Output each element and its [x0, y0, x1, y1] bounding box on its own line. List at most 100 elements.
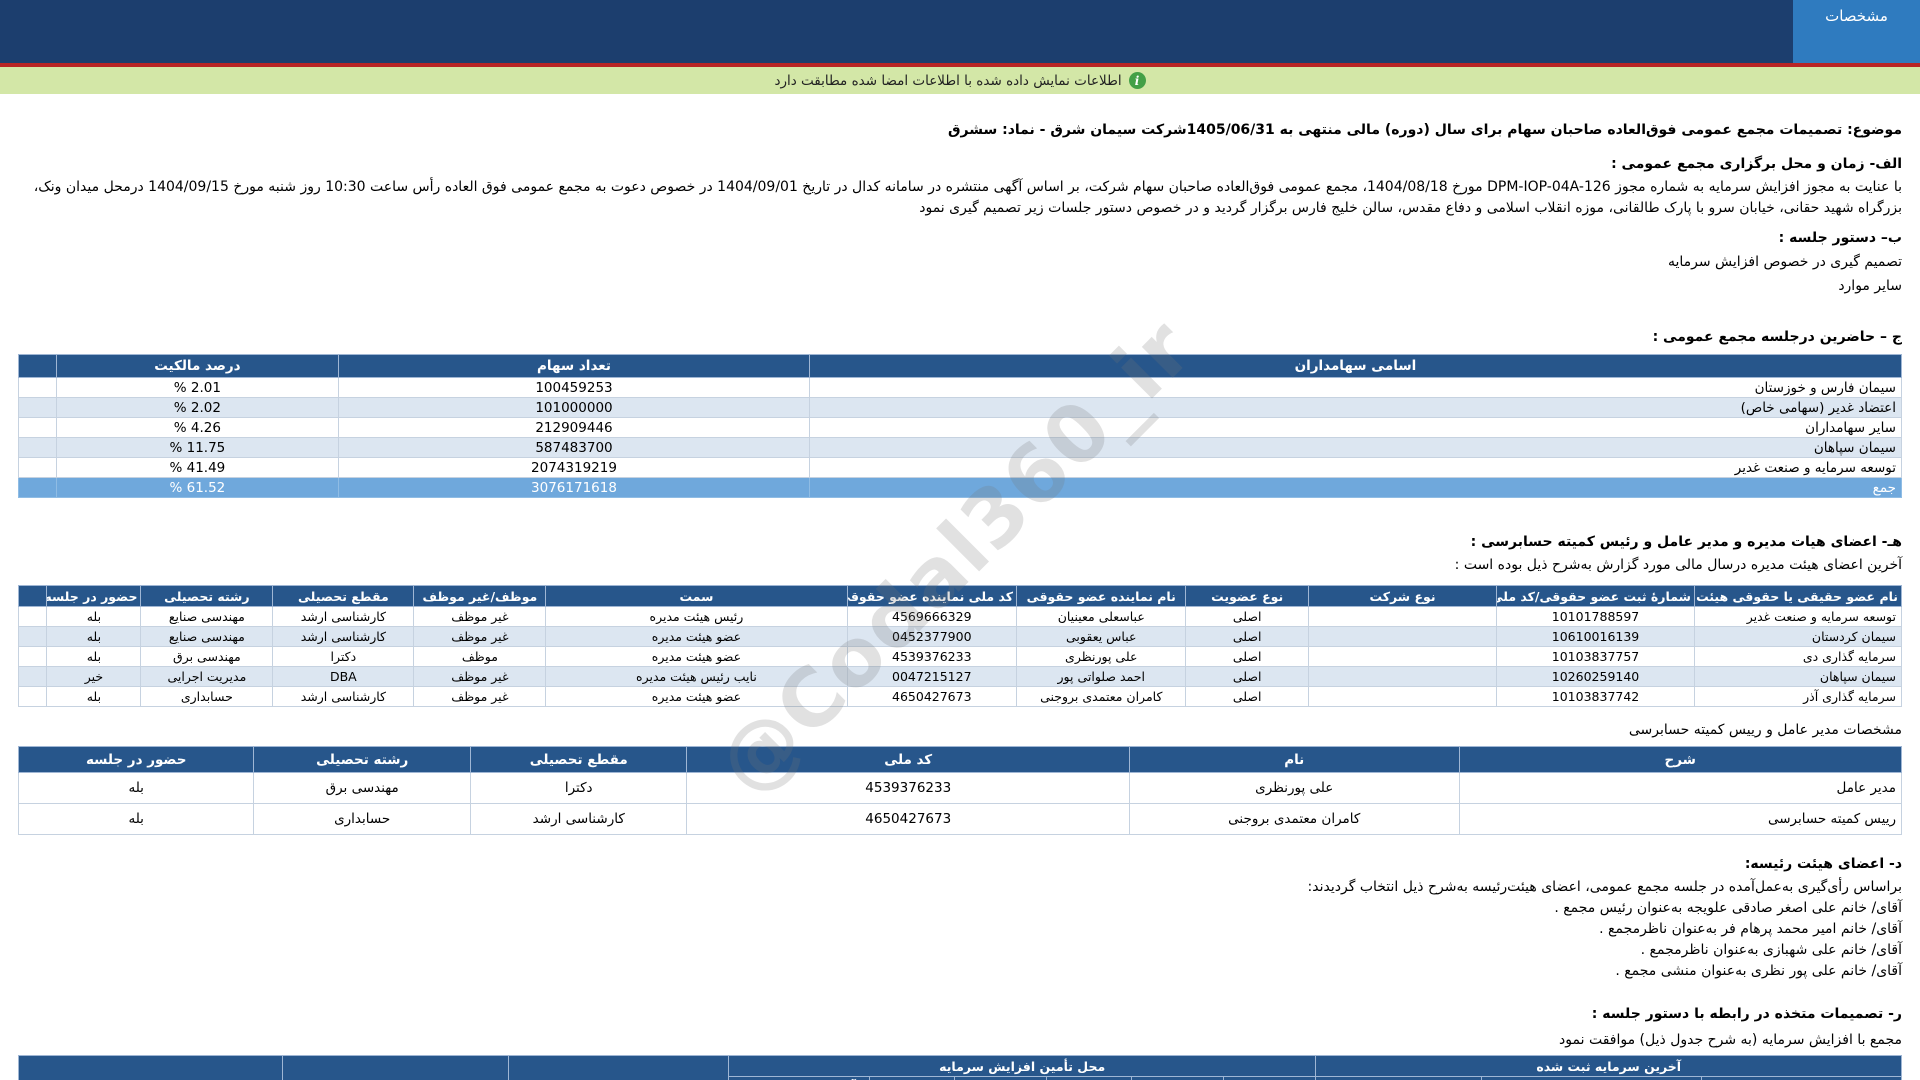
spacer-cell	[19, 647, 47, 667]
col-increase-amount: مبلغ افزایش سرمایه (میلیون ریال)	[508, 1056, 728, 1080]
table-header-row: اسامی سهامداران تعداد سهام درصد مالکیت	[19, 355, 1902, 378]
col-representative-id: کد ملی نماینده عضو حقوقی	[847, 586, 1016, 607]
col-nominal-value: ارزش اسمی هر سهم(ریال)	[1482, 1077, 1702, 1080]
total-row: جمع 3076171618 61.52 %	[19, 478, 1902, 498]
section-a-heading: الف- زمان و محل برگزاری مجمع عمومی :	[18, 154, 1902, 175]
col-name: نام	[1129, 747, 1459, 773]
spacer-cell	[19, 478, 57, 498]
membership-cell: اصلی	[1186, 647, 1308, 667]
description-cell: رییس کمیته حسابرسی	[1459, 804, 1902, 835]
table-row: سیمان فارس و خوزستان 100459253 2.01 %	[19, 378, 1902, 398]
spacer-cell	[19, 398, 57, 418]
col-reserve: اندوخته (میلیون ریال)	[1047, 1077, 1132, 1080]
percent-cell: 11.75 %	[56, 438, 338, 458]
table-row: توسعه سرمایه و صنعت غدیر 2074319219 41.4…	[19, 458, 1902, 478]
degree-cell: دکترا	[273, 647, 414, 667]
table-row: سیمان سپاهان 587483700 11.75 %	[19, 438, 1902, 458]
col-spacer	[19, 355, 57, 378]
table-row: سرمایه گذاری آذر 10103837742 اصلی کامران…	[19, 687, 1902, 707]
spacer-cell	[19, 687, 47, 707]
shareholder-name-cell: سیمان سپاهان	[809, 438, 1901, 458]
info-icon: i	[1129, 72, 1146, 89]
position-cell: عضو هیئت مدیره	[546, 647, 847, 667]
col-shareholder-name: اسامی سهامداران	[809, 355, 1901, 378]
ceo-audit-table: شرح نام کد ملی مقطع تحصیلی رشته تحصیلی ح…	[18, 746, 1902, 835]
degree-cell: کارشناسی ارشد	[273, 627, 414, 647]
rep-id-cell: 0452377900	[847, 627, 1016, 647]
company-type-cell	[1308, 607, 1496, 627]
section-r-heading: ر- تصمیمات متخذه در رابطه با دستور جلسه …	[18, 1004, 1902, 1025]
col-attendance: حضور در جلسه	[47, 586, 141, 607]
spacer-cell	[19, 627, 47, 647]
col-cash-waiver: آورده نقدی با سلب حق تقدم از سهامداران ف…	[728, 1077, 869, 1080]
field-cell: حسابداری	[141, 687, 273, 707]
document-body: @Codal360_ir موضوع: تصمیمات مجمع عمومی ف…	[0, 120, 1920, 1080]
attendance-cell: بله	[47, 687, 141, 707]
col-increase-percent: درصد افزایش سرمایه	[282, 1056, 508, 1080]
group-registered-capital: آخرین سرمایه ثبت شده	[1316, 1056, 1902, 1077]
share-count-cell: 587483700	[339, 438, 810, 458]
rep-id-cell: 4650427673	[847, 687, 1016, 707]
position-cell: عضو هیئت مدیره	[546, 687, 847, 707]
col-description: شرح	[1459, 747, 1902, 773]
member-cell: سیمان سپاهان	[1694, 667, 1901, 687]
regno-cell: 10610016139	[1497, 627, 1695, 647]
degree-cell: دکترا	[470, 773, 687, 804]
table-row: سیمان سپاهان 10260259140 اصلی احمد صلوات…	[19, 667, 1902, 687]
table-row: مدیر عامل علی پورنظری 4539376233 دکترا م…	[19, 773, 1902, 804]
member-cell: سرمایه گذاری آذر	[1694, 687, 1901, 707]
position-cell: رئیس هیئت مدیره	[546, 607, 847, 627]
duty-cell: غیر موظف	[414, 687, 546, 707]
national-id-cell: 4650427673	[687, 804, 1130, 835]
company-type-cell	[1308, 627, 1496, 647]
presiding-member-line: آقای/ خانم امیر محمد پرهام فر به‌عنوان ن…	[18, 919, 1902, 940]
membership-cell: اصلی	[1186, 687, 1308, 707]
spacer-cell	[19, 438, 57, 458]
table-row: اعتضاد غدیر (سهامی خاص) 101000000 2.02 %	[19, 398, 1902, 418]
section-a-body: با عنایت به مجوز افزایش سرمایه به شماره …	[18, 177, 1902, 219]
name-cell: علی پورنظری	[1129, 773, 1459, 804]
position-cell: نایب رئیس هیئت مدیره	[546, 667, 847, 687]
regno-cell: 10103837757	[1497, 647, 1695, 667]
spacer-cell	[19, 378, 57, 398]
table-header-row: شرح نام کد ملی مقطع تحصیلی رشته تحصیلی ح…	[19, 747, 1902, 773]
membership-cell: اصلی	[1186, 627, 1308, 647]
spacer-cell	[19, 458, 57, 478]
duty-cell: موظف	[414, 647, 546, 667]
membership-cell: اصلی	[1186, 607, 1308, 627]
duty-cell: غیر موظف	[414, 627, 546, 647]
col-national-id: کد ملی	[687, 747, 1130, 773]
regno-cell: 10103837742	[1497, 687, 1695, 707]
percent-cell: 2.01 %	[56, 378, 338, 398]
rep-name-cell: علی پورنظری	[1017, 647, 1186, 667]
shareholders-table: اسامی سهامداران تعداد سهام درصد مالکیت س…	[18, 354, 1902, 498]
rep-name-cell: کامران معتمدی بروجنی	[1017, 687, 1186, 707]
share-count-cell: 101000000	[339, 398, 810, 418]
rep-name-cell: عباس یعقوبی	[1017, 627, 1186, 647]
field-cell: مهندسی برق	[254, 773, 471, 804]
company-type-cell	[1308, 647, 1496, 667]
col-share-count: تعداد سهام	[1702, 1077, 1902, 1080]
degree-cell: کارشناسی ارشد	[273, 607, 414, 627]
attendance-cell: بله	[47, 627, 141, 647]
col-company-type: نوع شرکت	[1308, 586, 1496, 607]
section-r-subtext: مجمع با افزایش سرمایه (به شرح جدول ذیل) …	[18, 1030, 1902, 1051]
tab-specifications[interactable]: مشخصات	[1793, 0, 1920, 63]
table-header-row: نام عضو حقیقی یا حقوقی هیئت مدیره شمارهٔ…	[19, 586, 1902, 607]
spacer-cell	[19, 667, 47, 687]
percent-cell: 2.02 %	[56, 398, 338, 418]
field-cell: مهندسی برق	[141, 647, 273, 667]
section-d-heading: د- اعضای هیئت رئیسه:	[18, 854, 1902, 875]
notice-text: اطلاعات نمایش داده شده با اطلاعات امضا ش…	[774, 73, 1121, 89]
ceo-section-heading: مشخصات مدیر عامل و رییس کمیته حسابرسی	[18, 720, 1902, 741]
col-degree: مقطع تحصیلی	[273, 586, 414, 607]
section-e-subtext: آخرین اعضای هیئت مدیره درسال مالی مورد گ…	[18, 555, 1902, 576]
share-count-cell: 2074319219	[339, 458, 810, 478]
col-amount: مبلغ (میلیون ریال)	[1316, 1077, 1482, 1080]
signature-match-notice: i اطلاعات نمایش داده شده با اطلاعات امضا…	[0, 67, 1920, 94]
field-cell: مدیریت اجرایی	[141, 667, 273, 687]
group-header-row: آخرین سرمایه ثبت شده محل تأمین افزایش سر…	[19, 1056, 1902, 1077]
attendance-cell: خیر	[47, 667, 141, 687]
shareholder-name-cell: اعتضاد غدیر (سهامی خاص)	[809, 398, 1901, 418]
board-members-table: نام عضو حقیقی یا حقوقی هیئت مدیره شمارهٔ…	[18, 585, 1902, 707]
